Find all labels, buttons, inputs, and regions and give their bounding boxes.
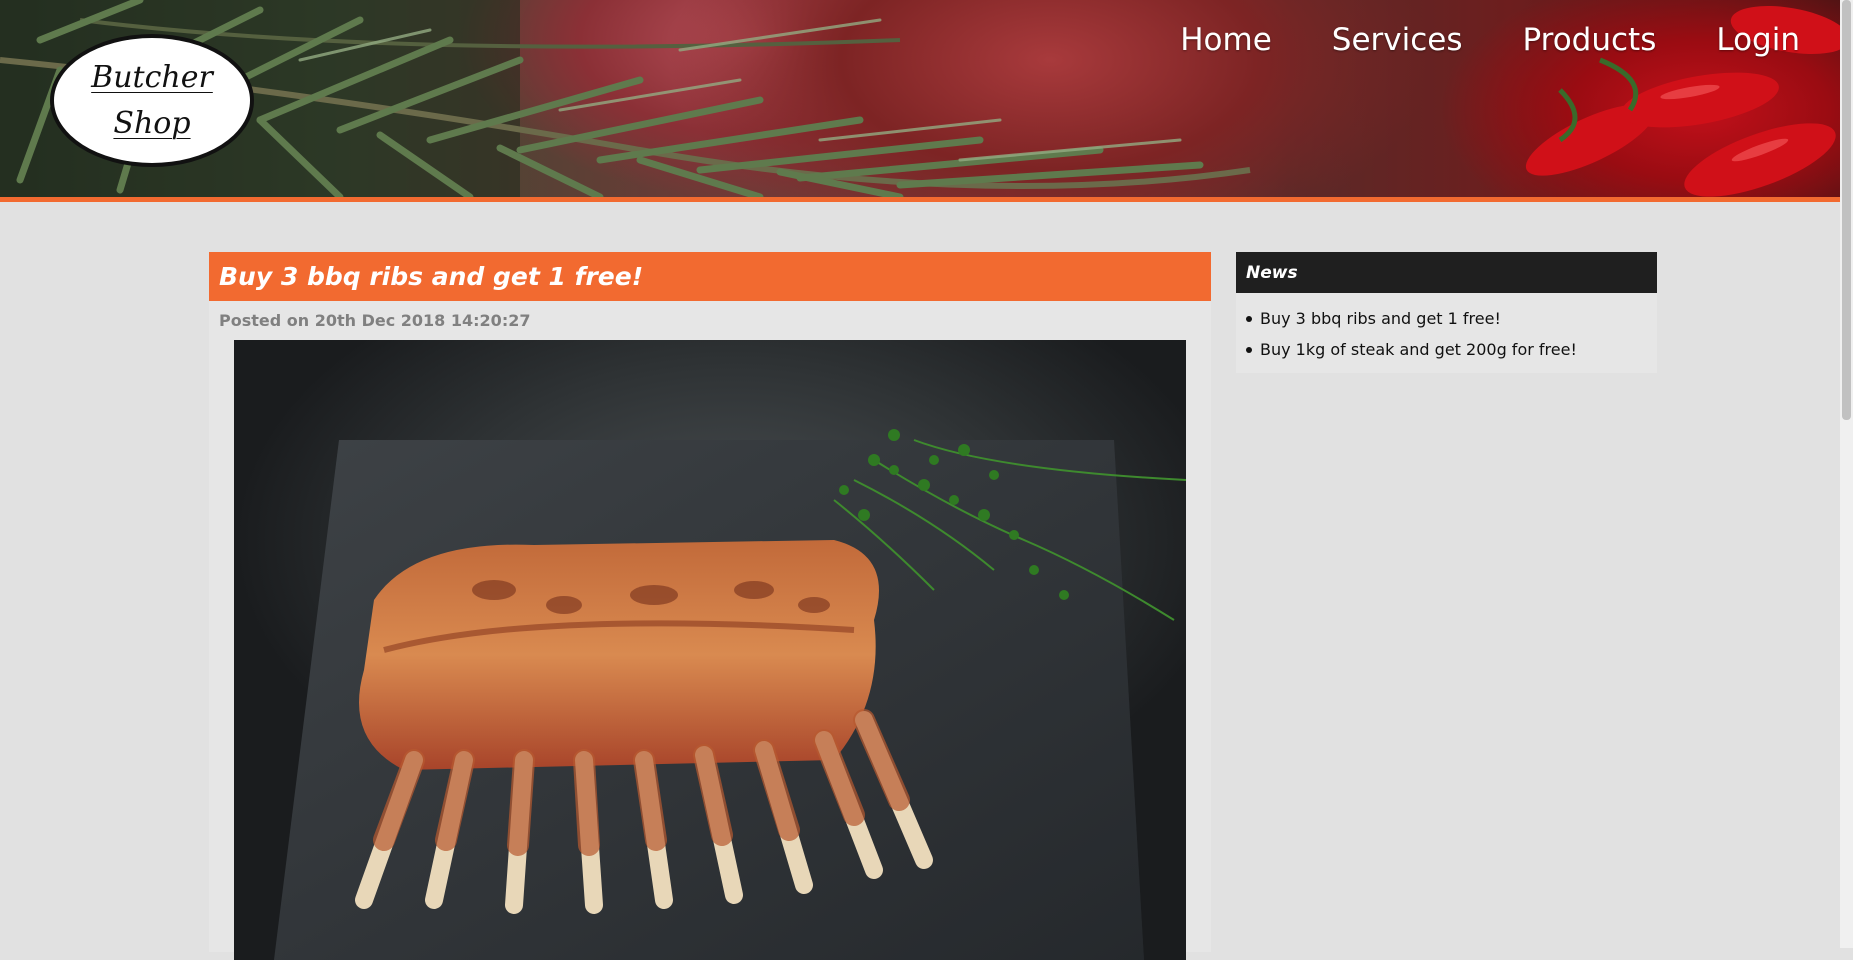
news-header: News bbox=[1236, 252, 1657, 293]
news-item[interactable]: Buy 3 bbq ribs and get 1 free! bbox=[1246, 303, 1657, 334]
logo-text-line2: Shop bbox=[113, 105, 191, 141]
post-title-bar: Buy 3 bbq ribs and get 1 free! bbox=[209, 252, 1211, 301]
news-item-label: Buy 3 bbq ribs and get 1 free! bbox=[1260, 309, 1501, 328]
nav-products[interactable]: Products bbox=[1523, 22, 1657, 58]
nav-home[interactable]: Home bbox=[1180, 22, 1272, 58]
bullet-icon bbox=[1246, 346, 1252, 353]
bullet-icon bbox=[1246, 315, 1252, 322]
post-card: Buy 3 bbq ribs and get 1 free! Posted on… bbox=[209, 252, 1211, 960]
logo[interactable]: Butcher Shop bbox=[50, 34, 254, 167]
post-image bbox=[234, 340, 1186, 960]
nav-services[interactable]: Services bbox=[1332, 22, 1463, 58]
logo-text-line1: Butcher bbox=[91, 59, 213, 95]
news-sidebar: News Buy 3 bbq ribs and get 1 free! Buy … bbox=[1236, 252, 1657, 373]
post-meta: Posted on 20th Dec 2018 14:20:27 bbox=[219, 311, 531, 330]
news-list: Buy 3 bbq ribs and get 1 free! Buy 1kg o… bbox=[1236, 293, 1657, 373]
news-item[interactable]: Buy 1kg of steak and get 200g for free! bbox=[1246, 334, 1657, 365]
news-item-label: Buy 1kg of steak and get 200g for free! bbox=[1260, 340, 1577, 359]
news-title: News bbox=[1246, 262, 1298, 283]
ribs-image bbox=[274, 429, 1186, 960]
header-accent-bar bbox=[0, 197, 1840, 202]
header-banner: Butcher Shop Home Services Products Logi… bbox=[0, 0, 1840, 197]
nav-login[interactable]: Login bbox=[1716, 22, 1800, 58]
main-nav: Home Services Products Login bbox=[1180, 22, 1800, 58]
page-scrollbar[interactable] bbox=[1840, 0, 1853, 948]
post-title[interactable]: Buy 3 bbq ribs and get 1 free! bbox=[219, 262, 643, 291]
scrollbar-thumb[interactable] bbox=[1842, 0, 1851, 420]
